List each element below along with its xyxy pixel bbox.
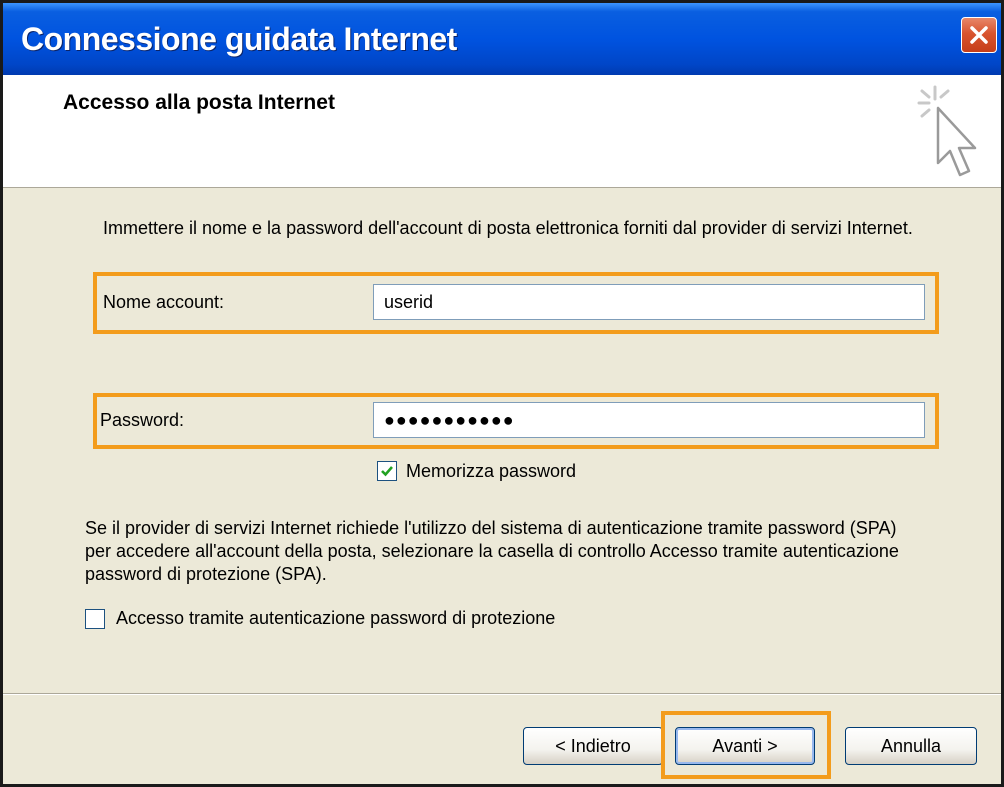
next-button[interactable]: Avanti > (675, 727, 815, 765)
spa-description: Se il provider di servizi Internet richi… (85, 518, 899, 584)
wizard-header: Accesso alla posta Internet (3, 75, 1001, 188)
remember-password-checkbox[interactable] (377, 461, 397, 481)
cancel-button[interactable]: Annulla (845, 727, 977, 765)
close-icon (970, 26, 988, 44)
page-title: Accesso alla posta Internet (63, 91, 335, 114)
window-title: Connessione guidata Internet (21, 21, 457, 57)
password-label: Password: (100, 410, 185, 430)
wizard-window: Connessione guidata Internet Accesso all… (0, 0, 1004, 787)
password-input[interactable]: ●●●●●●●●●●● (373, 402, 925, 438)
title-bar[interactable]: Connessione guidata Internet (3, 3, 1001, 75)
intro-text: Immettere il nome e la password dell'acc… (103, 218, 913, 238)
checkmark-icon (381, 466, 393, 477)
remember-password-label: Memorizza password (406, 461, 577, 481)
footer-separator (3, 693, 1001, 695)
account-label: Nome account: (103, 292, 225, 312)
spa-checkbox-label: Accesso tramite autenticazione password … (116, 608, 556, 628)
close-button[interactable] (961, 17, 997, 53)
spa-checkbox[interactable] (85, 609, 105, 629)
account-name-input[interactable]: userid (373, 284, 925, 320)
wizard-cursor-icon (917, 85, 977, 177)
back-button[interactable]: < Indietro (523, 727, 663, 765)
